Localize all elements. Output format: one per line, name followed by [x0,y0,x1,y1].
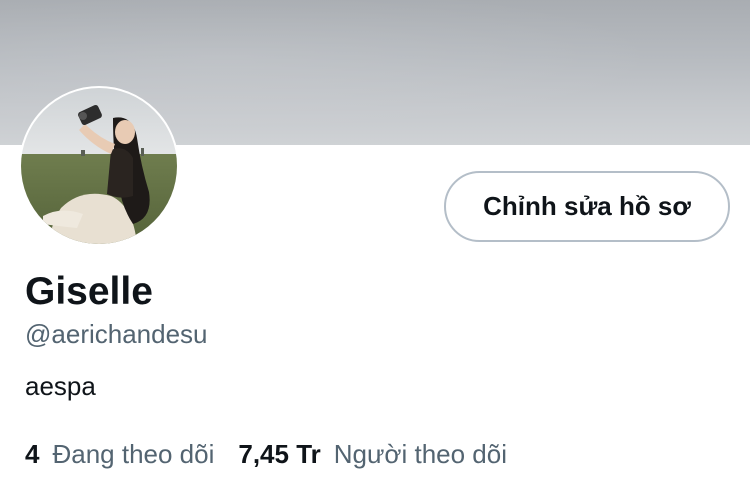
following-stat-link[interactable]: 4 Đang theo dõi [25,437,214,471]
following-count: 4 [25,439,40,469]
edit-profile-button[interactable]: Chỉnh sửa hồ sơ [444,171,730,242]
profile-handle: @aerichandesu [25,319,208,349]
followers-stat-link[interactable]: 7,45 Tr Người theo dõi [238,437,507,471]
followers-count: 7,45 Tr [238,439,321,469]
followers-label: Người theo dõi [333,439,507,469]
profile-page: Chỉnh sửa hồ sơ Giselle @aerichandesu ae… [0,0,750,488]
avatar-photo [21,88,177,244]
following-label: Đang theo dõi [52,439,215,469]
profile-avatar[interactable] [19,86,179,246]
profile-bio: aespa [25,371,96,401]
profile-stats: 4 Đang theo dõi 7,45 Tr Người theo dõi [25,437,507,471]
profile-display-name: Giselle [25,270,153,313]
